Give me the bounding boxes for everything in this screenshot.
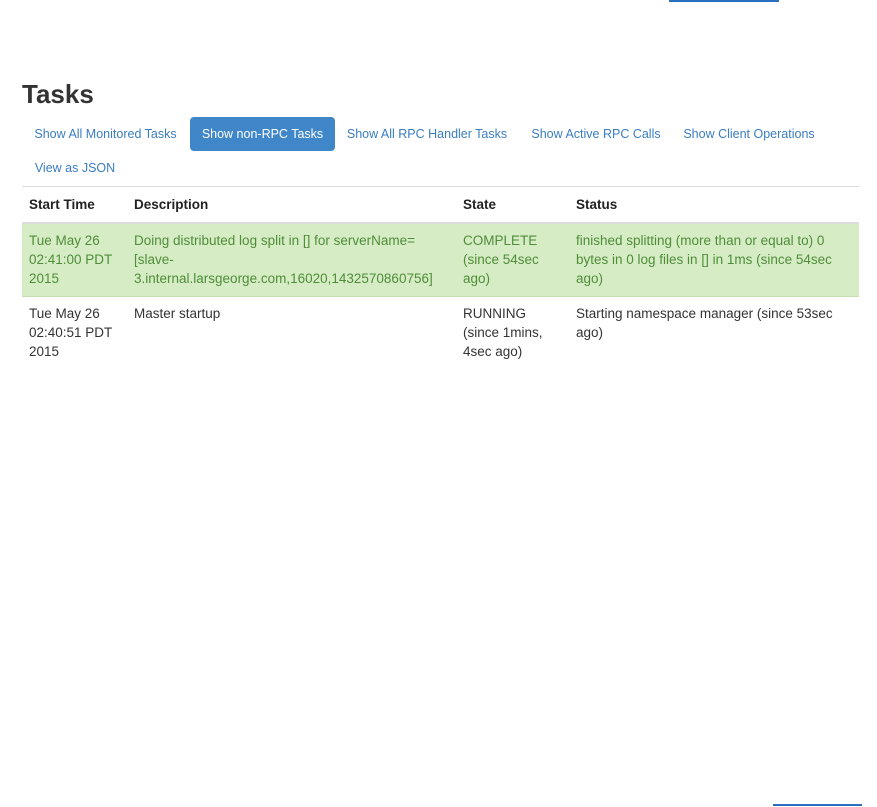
cell-description: Doing distributed log split in [] for se… — [127, 223, 456, 297]
cell-state: RUNNING (since 1mins, 4sec ago) — [463, 306, 543, 359]
bottom-link-underline[interactable] — [773, 804, 862, 806]
show-all-monitored-tasks-link[interactable]: Show All Monitored Tasks — [22, 117, 189, 151]
show-all-rpc-handler-tasks-link[interactable]: Show All RPC Handler Tasks — [340, 117, 514, 151]
cell-description: Master startup — [134, 306, 221, 321]
cell-status: Starting namespace manager (since 53sec … — [576, 306, 833, 340]
table-row: Tue May 26 02:40:51 PDT 2015 Master star… — [22, 297, 859, 370]
show-client-operations-link[interactable]: Show Client Operations — [674, 117, 824, 151]
cell-state: COMPLETE (since 54sec ago) — [456, 223, 569, 297]
tasks-table-container: Start Time Description State Status Tue … — [22, 186, 859, 369]
show-non-rpc-tasks-button[interactable]: Show non-RPC Tasks — [190, 117, 335, 151]
cell-start-time: Tue May 26 02:41:00 PDT 2015 — [22, 223, 127, 297]
table-header-row: Start Time Description State Status — [22, 187, 859, 224]
show-active-rpc-calls-link[interactable]: Show Active RPC Calls — [522, 117, 670, 151]
top-link-underline[interactable] — [669, 0, 779, 2]
column-header-description: Description — [127, 187, 456, 224]
cell-status: finished splitting (more than or equal t… — [569, 223, 859, 297]
page-title: Tasks — [22, 79, 94, 109]
column-header-start-time: Start Time — [22, 187, 127, 224]
column-header-state: State — [456, 187, 569, 224]
table-row: Tue May 26 02:41:00 PDT 2015 Doing distr… — [22, 223, 859, 297]
cell-start-time: Tue May 26 02:40:51 PDT 2015 — [29, 306, 113, 359]
column-header-status: Status — [569, 187, 859, 224]
view-as-json-link[interactable]: View as JSON — [22, 151, 128, 185]
tasks-table: Start Time Description State Status Tue … — [22, 187, 859, 369]
